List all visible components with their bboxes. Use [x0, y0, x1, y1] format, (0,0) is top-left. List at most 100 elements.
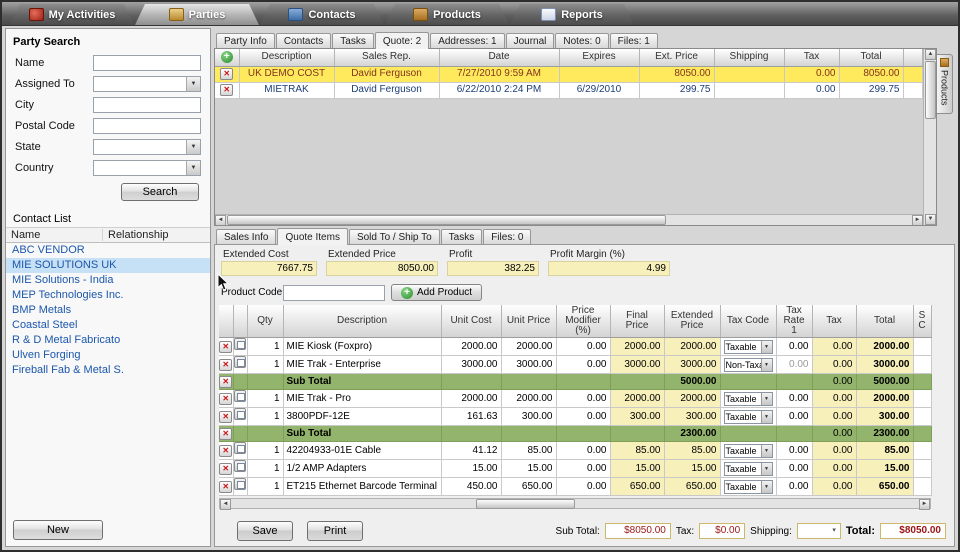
contact-list-item[interactable]: BMP Metals: [6, 303, 210, 318]
qty-cell[interactable]: 1: [247, 337, 284, 356]
unit-price-cell[interactable]: 3000.00: [501, 355, 557, 374]
tax-code-select[interactable]: Taxable ▼: [723, 391, 773, 406]
assigned-to-select[interactable]: ▼: [93, 75, 201, 92]
nav-tab-parties[interactable]: Parties: [135, 4, 259, 25]
tax-rate-cell[interactable]: 0.00: [776, 407, 813, 426]
contact-list-item[interactable]: ABC VENDOR: [6, 243, 210, 258]
tax-rate-cell[interactable]: 0.00: [776, 355, 813, 374]
item-detail-button[interactable]: [234, 338, 246, 350]
tax-code-select[interactable]: Taxable ▼: [723, 339, 773, 354]
tax-code-select[interactable]: Taxable ▼: [723, 443, 773, 458]
qty-cell[interactable]: 1: [247, 355, 284, 374]
qty-cell[interactable]: 1: [247, 389, 284, 408]
tax-code-select[interactable]: Taxable ▼: [723, 461, 773, 476]
tax-rate-cell[interactable]: 0.00: [776, 389, 813, 408]
scroll-right-button[interactable]: ►: [912, 215, 923, 225]
product-code-input[interactable]: [283, 284, 385, 301]
price-modifier-cell[interactable]: 0.00: [556, 389, 611, 408]
qty-cell[interactable]: 1: [247, 459, 284, 478]
unit-cost-cell[interactable]: 41.12: [441, 441, 502, 460]
tax-code-select[interactable]: Taxable ▼: [723, 409, 773, 424]
price-modifier-cell[interactable]: 0.00: [556, 477, 611, 496]
item-detail-button[interactable]: [234, 460, 246, 472]
unit-cost-cell[interactable]: 161.63: [441, 407, 502, 426]
tax-code-select[interactable]: Taxable ▼: [723, 479, 773, 494]
delete-icon[interactable]: ✕: [219, 392, 232, 405]
save-button[interactable]: Save: [237, 521, 293, 541]
contact-list-item[interactable]: MIE Solutions - India: [6, 273, 210, 288]
qty-cell[interactable]: 1: [247, 407, 284, 426]
delete-icon[interactable]: ✕: [219, 358, 232, 371]
quote-row[interactable]: ✕ MIETRAK David Ferguson 6/22/2010 2:24 PM 6…: [215, 82, 923, 99]
tax-rate-cell[interactable]: 0.00: [776, 337, 813, 356]
hscrollbar-thumb[interactable]: [227, 215, 666, 225]
tax-rate-cell[interactable]: 0.00: [776, 441, 813, 460]
scroll-left-button[interactable]: ◄: [215, 215, 226, 225]
tab-contacts[interactable]: Contacts: [275, 33, 332, 48]
contact-list-item[interactable]: Ulven Forging: [6, 348, 210, 363]
price-modifier-cell[interactable]: 0.00: [556, 407, 611, 426]
nav-tab-contacts[interactable]: Contacts: [260, 4, 384, 25]
search-button[interactable]: Search: [121, 183, 199, 201]
subtab-sales-info[interactable]: Sales Info: [216, 229, 277, 244]
tax-rate-cell[interactable]: 0.00: [776, 477, 813, 496]
delete-icon[interactable]: ✕: [219, 375, 232, 388]
tab-tasks[interactable]: Tasks: [332, 33, 374, 48]
unit-price-cell[interactable]: 300.00: [501, 407, 557, 426]
print-button[interactable]: Print: [307, 521, 363, 541]
unit-cost-cell[interactable]: 3000.00: [441, 355, 502, 374]
vscrollbar-thumb[interactable]: [925, 61, 936, 119]
tab-quote-2[interactable]: Quote: 2: [374, 32, 430, 49]
hscrollbar-thumb[interactable]: [475, 499, 575, 509]
tab-addresses-1[interactable]: Addresses: 1: [430, 33, 505, 48]
item-detail-button[interactable]: [234, 442, 246, 454]
contact-list-item[interactable]: Coastal Steel: [6, 318, 210, 333]
contact-list-item[interactable]: MIE SOLUTIONS UK: [6, 258, 210, 273]
delete-icon[interactable]: ✕: [219, 462, 232, 475]
unit-price-cell[interactable]: 2000.00: [501, 389, 557, 408]
add-product-button[interactable]: + Add Product: [391, 284, 483, 301]
postal-code-input[interactable]: [93, 117, 201, 134]
delete-icon[interactable]: ✕: [220, 84, 234, 96]
item-detail-button[interactable]: [234, 356, 246, 368]
products-side-tab[interactable]: Products: [937, 54, 953, 114]
state-select[interactable]: ▼: [93, 138, 201, 155]
tax-code-select[interactable]: Non-Taxab▼: [723, 357, 773, 372]
tab-notes-0[interactable]: Notes: 0: [555, 33, 609, 48]
tax-rate-cell[interactable]: 0.00: [776, 459, 813, 478]
new-button[interactable]: New: [13, 520, 103, 540]
price-modifier-cell[interactable]: 0.00: [556, 441, 611, 460]
unit-price-cell[interactable]: 2000.00: [501, 337, 557, 356]
nav-tab-my-activities[interactable]: My Activities: [10, 4, 134, 25]
qty-cell[interactable]: 1: [247, 441, 284, 460]
name-input[interactable]: [93, 54, 201, 71]
unit-cost-cell[interactable]: 15.00: [441, 459, 502, 478]
nav-tab-products[interactable]: Products: [385, 4, 509, 25]
delete-icon[interactable]: ✕: [219, 340, 232, 353]
add-quote-button[interactable]: +: [220, 51, 233, 64]
quote-row[interactable]: ✕ UK DEMO COST David Ferguson 7/27/2010 9:5…: [215, 66, 923, 83]
shipping-input[interactable]: ▾: [796, 523, 841, 539]
item-detail-button[interactable]: [234, 408, 246, 420]
scroll-right-button[interactable]: ►: [919, 499, 930, 510]
contact-list-item[interactable]: Fireball Fab & Metal S.: [6, 363, 210, 378]
delete-icon[interactable]: ✕: [219, 410, 232, 423]
subtab-files-0[interactable]: Files: 0: [483, 229, 532, 244]
country-select[interactable]: ▼: [93, 159, 201, 176]
subtab-tasks[interactable]: Tasks: [440, 229, 483, 244]
unit-price-cell[interactable]: 85.00: [501, 441, 557, 460]
unit-cost-cell[interactable]: 450.00: [441, 477, 502, 496]
delete-icon[interactable]: ✕: [219, 480, 232, 493]
scroll-up-button[interactable]: ▲: [925, 49, 936, 60]
item-detail-button[interactable]: [234, 390, 246, 402]
subtab-quote-items[interactable]: Quote Items: [277, 228, 348, 245]
unit-cost-cell[interactable]: 2000.00: [441, 337, 502, 356]
price-modifier-cell[interactable]: 0.00: [556, 459, 611, 478]
delete-icon[interactable]: ✕: [219, 427, 232, 440]
scroll-down-button[interactable]: ▼: [925, 214, 936, 225]
contact-list-item[interactable]: R & D Metal Fabricato: [6, 333, 210, 348]
tab-party-info[interactable]: Party Info: [216, 33, 275, 48]
price-modifier-cell[interactable]: 0.00: [556, 337, 611, 356]
unit-price-cell[interactable]: 650.00: [501, 477, 557, 496]
delete-icon[interactable]: ✕: [220, 68, 234, 80]
